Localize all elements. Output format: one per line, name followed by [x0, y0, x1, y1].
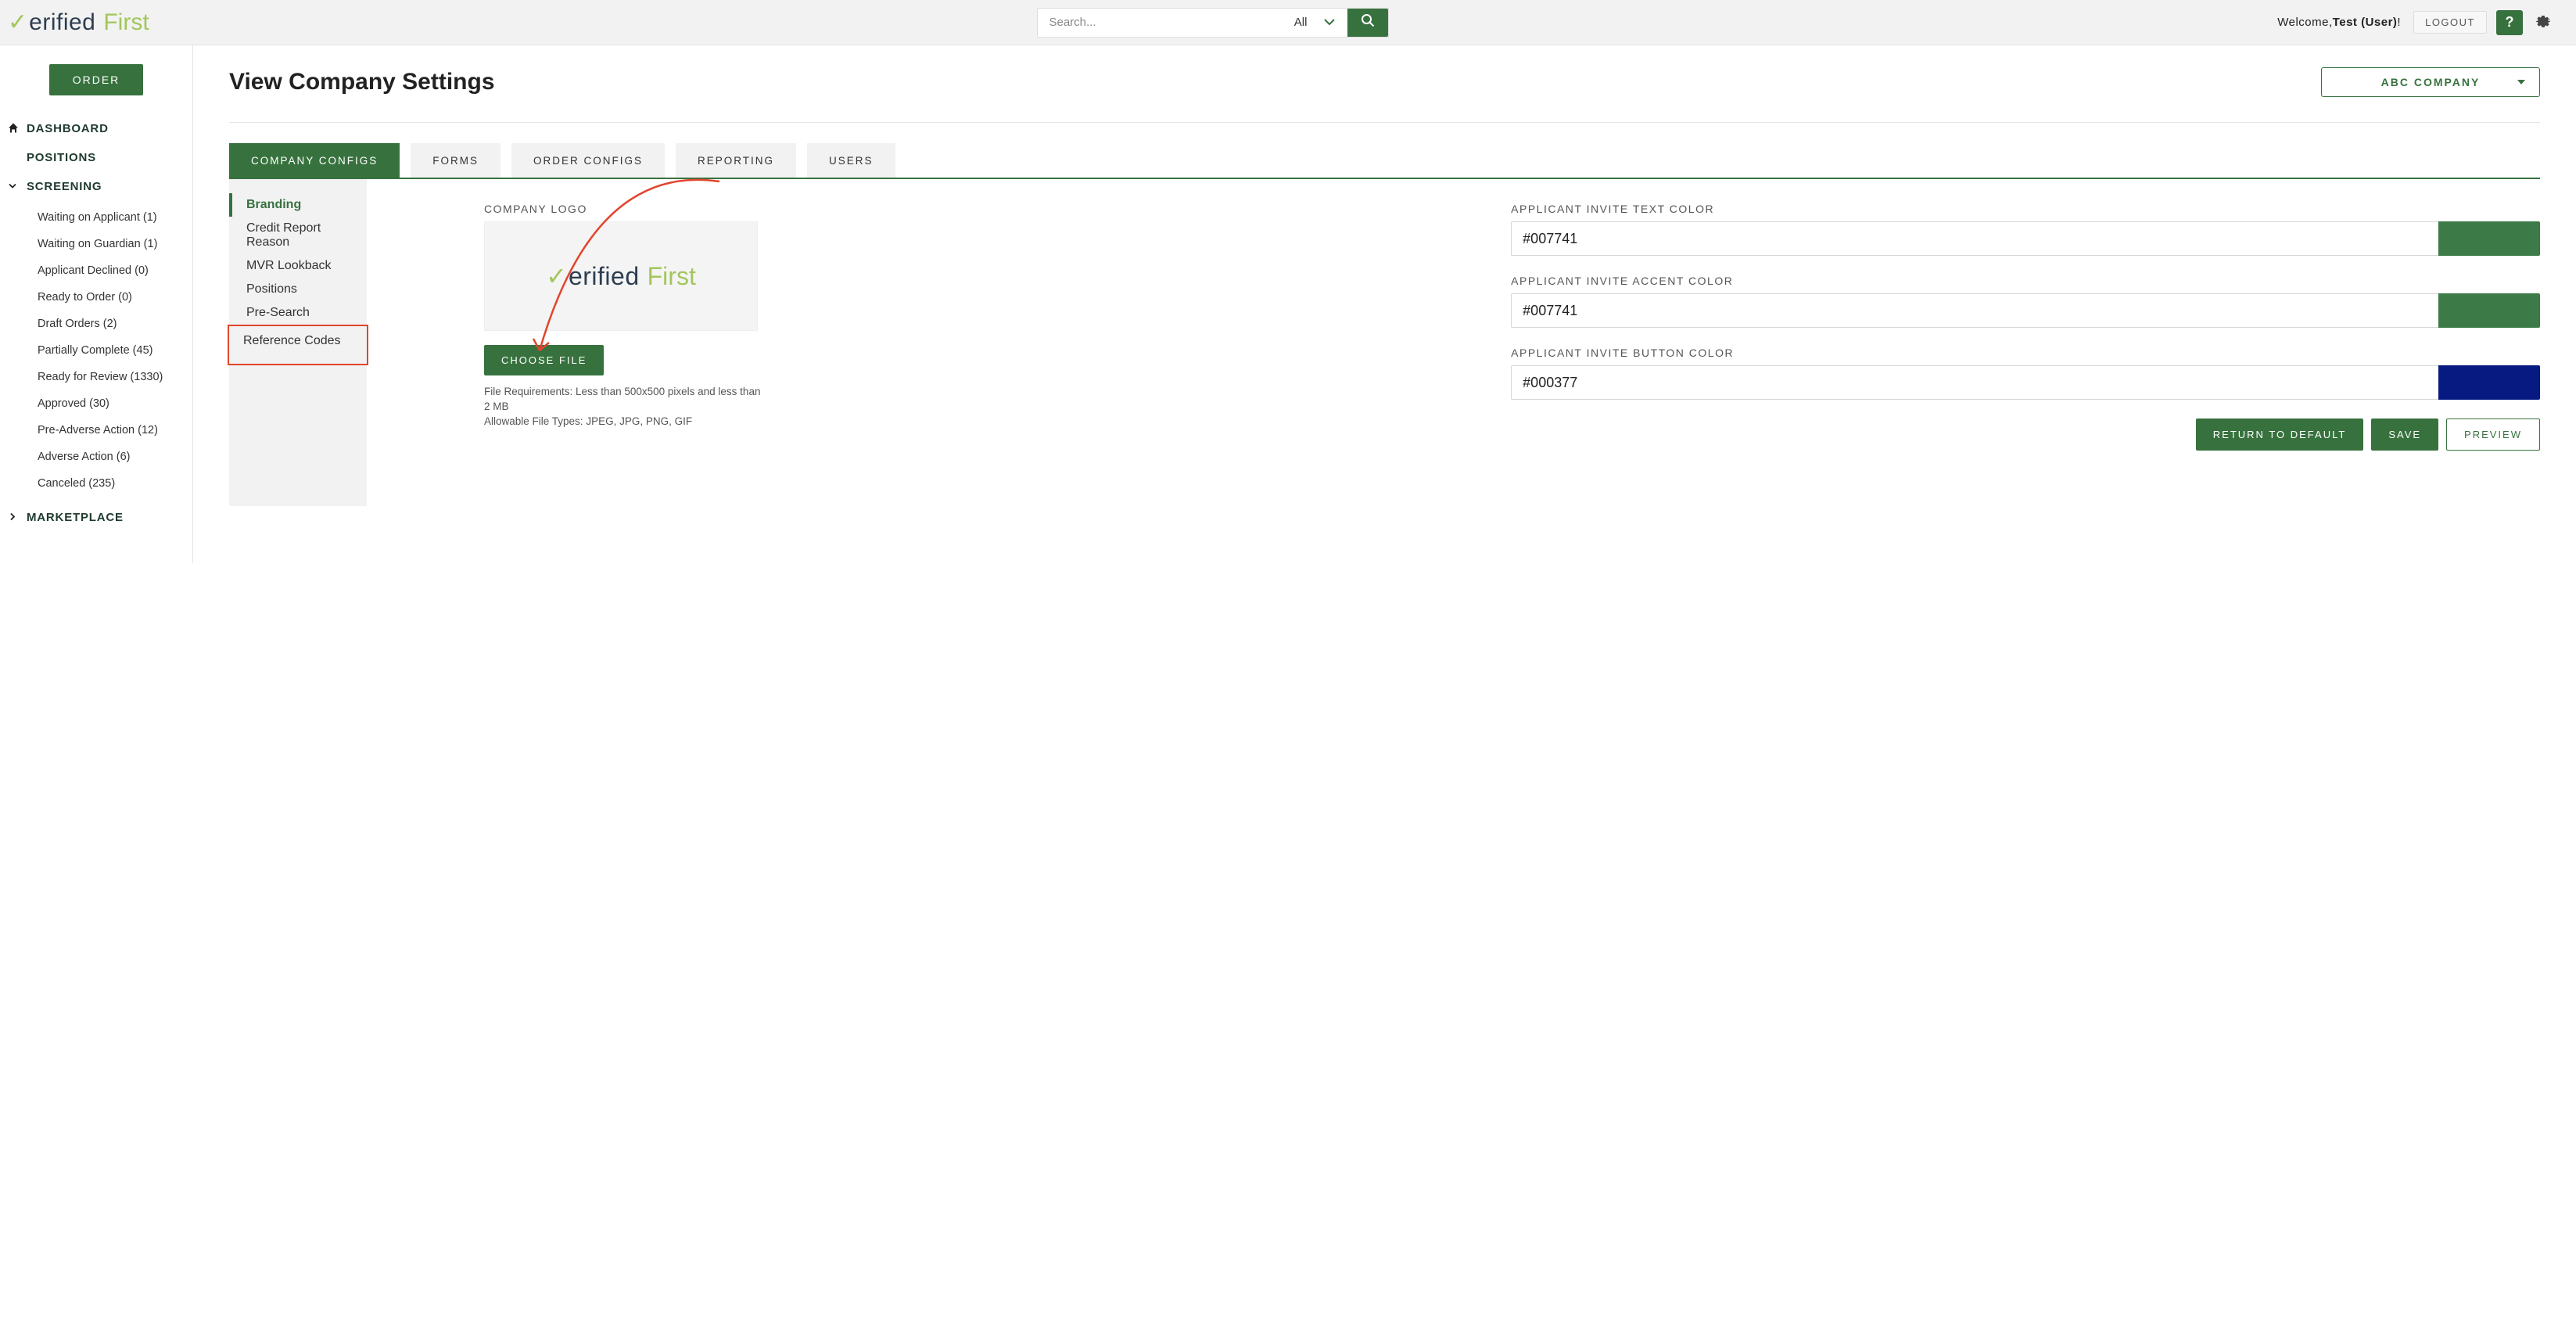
sub-item-draft-orders[interactable]: Draft Orders (2) — [0, 311, 192, 337]
tab-company-configs[interactable]: COMPANY CONFIGS — [229, 143, 400, 178]
sub-item-partially-complete[interactable]: Partially Complete (45) — [0, 337, 192, 364]
sub-item-ready-for-review[interactable]: Ready for Review (1330) — [0, 364, 192, 390]
branding-panel: COMPANY LOGO ✓erified First CHOOSE FILE … — [367, 179, 2540, 451]
divider — [229, 122, 2540, 123]
search-icon — [1361, 13, 1375, 31]
chevron-down-icon — [1324, 16, 1335, 29]
settings-button[interactable] — [2532, 9, 2554, 36]
file-requirements-line2: Allowable File Types: JPEG, JPG, PNG, GI… — [484, 415, 766, 429]
text-color-swatch[interactable] — [2438, 221, 2540, 256]
logo-swoosh-icon: ✓ — [8, 9, 27, 36]
accent-color-label: APPLICANT INVITE ACCENT COLOR — [1511, 275, 2540, 287]
button-color-label: APPLICANT INVITE BUTTON COLOR — [1511, 347, 2540, 359]
search-category-label: All — [1294, 16, 1308, 29]
welcome-text: Welcome,Test (User)! — [2277, 16, 2401, 29]
tab-strip: COMPANY CONFIGS FORMS ORDER CONFIGS REPO… — [229, 143, 2540, 179]
nav-label: SCREENING — [27, 180, 102, 193]
tab-users[interactable]: USERS — [807, 143, 895, 178]
page-title: View Company Settings — [229, 69, 495, 95]
company-logo-label: COMPANY LOGO — [484, 203, 1464, 215]
company-logo-preview: ✓erified First — [484, 221, 758, 331]
tab-order-configs[interactable]: ORDER CONFIGS — [511, 143, 665, 178]
nav-marketplace[interactable]: MARKETPLACE — [0, 503, 192, 532]
subtab-list: Branding Credit Report Reason MVR Lookba… — [229, 179, 367, 506]
company-selector-label: ABC COMPANY — [2381, 76, 2481, 88]
tab-reporting[interactable]: REPORTING — [676, 143, 796, 178]
subtab-branding[interactable]: Branding — [229, 193, 367, 217]
nav-dashboard[interactable]: DASHBOARD — [0, 114, 192, 143]
logo-verified: erified — [29, 9, 95, 36]
sub-item-applicant-declined[interactable]: Applicant Declined (0) — [0, 257, 192, 284]
screening-sublist: Waiting on Applicant (1) Waiting on Guar… — [0, 204, 192, 497]
search-input[interactable] — [1038, 9, 1279, 37]
sub-item-adverse-action[interactable]: Adverse Action (6) — [0, 444, 192, 470]
nav-screening[interactable]: SCREENING — [0, 172, 192, 201]
sidebar: ORDER DASHBOARD POSITIONS SCREENING Wait… — [0, 45, 193, 563]
sub-item-approved[interactable]: Approved (30) — [0, 390, 192, 417]
sub-item-ready-to-order[interactable]: Ready to Order (0) — [0, 284, 192, 311]
text-color-input[interactable] — [1511, 221, 2438, 256]
logout-button[interactable]: LOGOUT — [2413, 11, 2487, 34]
sub-item-waiting-guardian[interactable]: Waiting on Guardian (1) — [0, 231, 192, 257]
choose-file-button[interactable]: CHOOSE FILE — [484, 345, 604, 375]
return-to-default-button[interactable]: RETURN TO DEFAULT — [2196, 419, 2364, 451]
sub-item-canceled[interactable]: Canceled (235) — [0, 470, 192, 497]
main-content: View Company Settings ABC COMPANY COMPAN… — [193, 45, 2576, 563]
sub-item-waiting-applicant[interactable]: Waiting on Applicant (1) — [0, 204, 192, 231]
accent-color-input[interactable] — [1511, 293, 2438, 328]
topbar-right: Welcome,Test (User)! LOGOUT ? — [2277, 9, 2554, 36]
preview-button[interactable]: PREVIEW — [2446, 419, 2540, 451]
accent-color-swatch[interactable] — [2438, 293, 2540, 328]
help-button[interactable]: ? — [2496, 10, 2523, 35]
subtab-positions[interactable]: Positions — [229, 278, 367, 301]
topbar: ✓erified First All Welcome,Test (User)! … — [0, 0, 2576, 45]
nav-label: MARKETPLACE — [27, 511, 124, 524]
button-color-swatch[interactable] — [2438, 365, 2540, 400]
nav-positions[interactable]: POSITIONS — [0, 143, 192, 172]
company-selector[interactable]: ABC COMPANY — [2321, 67, 2540, 97]
tab-forms[interactable]: FORMS — [411, 143, 500, 178]
subtab-credit-report-reason[interactable]: Credit Report Reason — [229, 217, 367, 254]
nav-label: DASHBOARD — [27, 122, 109, 135]
search-button[interactable] — [1347, 9, 1388, 37]
help-icon: ? — [2506, 14, 2514, 31]
subtab-pre-search[interactable]: Pre-Search — [229, 301, 367, 325]
order-button[interactable]: ORDER — [49, 64, 144, 95]
chevron-right-icon — [8, 512, 17, 523]
save-button[interactable]: SAVE — [2371, 419, 2438, 451]
nav-label: POSITIONS — [27, 151, 96, 164]
button-color-input[interactable] — [1511, 365, 2438, 400]
logo-swoosh-icon: ✓ — [546, 261, 567, 291]
sub-item-pre-adverse-action[interactable]: Pre-Adverse Action (12) — [0, 417, 192, 444]
brand-logo: ✓erified First — [8, 9, 149, 36]
file-requirements-line1: File Requirements: Less than 500x500 pix… — [484, 385, 766, 415]
caret-down-icon — [2516, 76, 2527, 88]
chevron-down-icon — [8, 181, 17, 192]
subtab-mvr-lookback[interactable]: MVR Lookback — [229, 254, 367, 278]
search-category-dropdown[interactable]: All — [1279, 9, 1348, 37]
subtab-reference-codes[interactable]: Reference Codes — [228, 325, 368, 365]
global-search: All — [1037, 8, 1389, 38]
gear-icon — [2535, 15, 2551, 32]
logo-first: First — [103, 9, 149, 36]
logo-in-preview: ✓erified First — [546, 261, 696, 291]
home-icon — [8, 122, 19, 135]
text-color-label: APPLICANT INVITE TEXT COLOR — [1511, 203, 2540, 215]
